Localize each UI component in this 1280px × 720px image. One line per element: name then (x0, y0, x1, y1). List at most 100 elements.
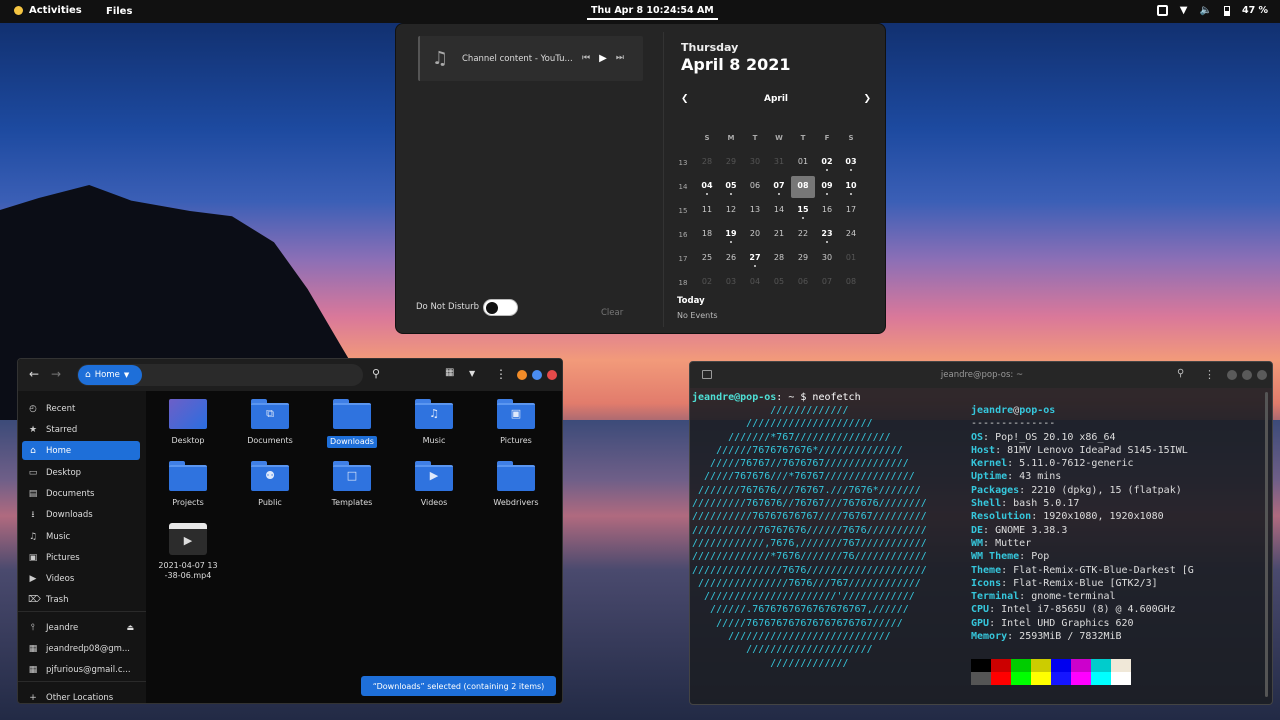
calendar-day-cell[interactable]: 05 (767, 272, 791, 294)
calendar-day-cell[interactable]: 30 (815, 248, 839, 270)
calendar-day-cell[interactable]: 28 (695, 152, 719, 174)
close-button[interactable] (1257, 370, 1267, 380)
calendar-day-cell[interactable]: 17 (839, 200, 863, 222)
calendar-day-cell[interactable]: 29 (719, 152, 743, 174)
sidebar-item-videos[interactable]: ▶ Videos (22, 569, 140, 588)
file-item[interactable]: ▶ Videos (396, 461, 472, 508)
calendar-day-cell[interactable]: 06 (791, 272, 815, 294)
calendar-day-cell[interactable]: 08 (839, 272, 863, 294)
calendar-day-cell[interactable]: 06 (743, 176, 767, 198)
calendar-day-cell[interactable]: 04 (743, 272, 767, 294)
terminal-scrollbar[interactable] (1265, 392, 1268, 697)
calendar-day-cell[interactable]: 11 (695, 200, 719, 222)
maximize-button[interactable] (532, 370, 542, 380)
eject-icon[interactable]: ⏏ (126, 623, 134, 632)
calendar-day-cell[interactable]: 22 (791, 224, 815, 246)
calendar-day-cell[interactable]: 09 (815, 176, 839, 198)
calendar-day-cell[interactable]: 29 (791, 248, 815, 270)
calendar-day-cell[interactable]: 13 (743, 200, 767, 222)
app-menu-button[interactable]: Files (106, 6, 132, 17)
sidebar-item-jeandredp08[interactable]: ▦ jeandredp08@gm... (22, 639, 140, 658)
calendar-day-cell[interactable]: 26 (719, 248, 743, 270)
calendar-full-date[interactable]: April 8 2021 (681, 55, 876, 74)
media-player[interactable]: ♫ Channel content - YouTu... ⏮ ▶ ⏭ (418, 36, 643, 81)
calendar-day-cell[interactable]: 07 (767, 176, 791, 198)
clear-button[interactable]: Clear (601, 308, 623, 318)
file-item[interactable]: Webdrivers (478, 461, 554, 508)
calendar-day-cell[interactable]: 02 (815, 152, 839, 174)
calendar-day-cell[interactable]: 16 (815, 200, 839, 222)
file-item[interactable]: ♫ Music (396, 399, 472, 446)
calendar-day-cell[interactable]: 20 (743, 224, 767, 246)
sidebar-item-other[interactable]: + Other Locations (22, 688, 140, 703)
calendar-day-cell[interactable]: 31 (767, 152, 791, 174)
back-arrow-icon[interactable]: ← (29, 367, 39, 381)
clock-button[interactable]: Thu Apr 8 10:24:54 AM (587, 3, 718, 20)
sidebar-item-music[interactable]: ♫ Music (22, 527, 140, 546)
calendar-day-cell[interactable]: 25 (695, 248, 719, 270)
do-not-disturb-toggle[interactable] (483, 299, 518, 316)
sidebar-item-downloads[interactable]: ⭳ Downloads (22, 505, 140, 524)
calendar-day-cell[interactable]: 23 (815, 224, 839, 246)
calendar-day-cell[interactable]: 15 (791, 200, 815, 222)
calendar-day-cell[interactable]: 01 (791, 152, 815, 174)
calendar-day-cell[interactable]: 05 (719, 176, 743, 198)
file-item[interactable]: ⧉ Documents (232, 399, 308, 446)
calendar-day-cell[interactable]: 19 (719, 224, 743, 246)
sidebar-item-recent[interactable]: ◴ Recent (22, 399, 140, 418)
file-item[interactable]: Downloads (314, 399, 390, 448)
sort-dropdown-icon[interactable]: ▼ (469, 369, 475, 378)
sidebar-item-pictures[interactable]: ▣ Pictures (22, 548, 140, 567)
sidebar-item-pjfurious[interactable]: ▦ pjfurious@gmail.c... (22, 660, 140, 679)
minimize-button[interactable] (517, 370, 527, 380)
file-item[interactable]: Projects (150, 461, 226, 508)
calendar-day-cell[interactable]: 14 (767, 200, 791, 222)
system-tray[interactable]: ▼ 🔈 47 % (1156, 5, 1268, 16)
file-item[interactable]: □ Templates (314, 461, 390, 508)
search-icon[interactable]: ⚲ (1177, 368, 1184, 379)
terminal-output[interactable]: jeandre@pop-os: ~ $ neofetch ///////////… (692, 391, 1270, 703)
search-icon[interactable]: ⚲ (372, 367, 380, 380)
activities-button[interactable]: Activities (14, 5, 82, 16)
calendar-day-cell[interactable]: 12 (719, 200, 743, 222)
sidebar-item-desktop[interactable]: ▭ Desktop (22, 463, 140, 482)
file-item[interactable]: ▣ Pictures (478, 399, 554, 446)
menu-icon[interactable]: ⋮ (1204, 368, 1215, 381)
previous-track-icon[interactable]: ⏮ (582, 53, 590, 64)
next-track-icon[interactable]: ⏭ (616, 53, 624, 64)
calendar-day-cell[interactable]: 07 (815, 272, 839, 294)
maximize-button[interactable] (1242, 370, 1252, 380)
previous-month-icon[interactable]: ❮ (681, 94, 689, 104)
sidebar-item-jeandre[interactable]: ⫯ Jeandre ⏏ (22, 618, 140, 637)
calendar-day-cell[interactable]: 30 (743, 152, 767, 174)
calendar-day-cell[interactable]: 02 (695, 272, 719, 294)
path-bar[interactable]: ⌂ Home ▼ (77, 364, 363, 386)
menu-icon[interactable]: ⋮ (495, 367, 507, 381)
file-item[interactable]: ▶ 2021-04-07 13-38-06.mp4 (150, 523, 226, 581)
calendar-day-cell[interactable]: 03 (719, 272, 743, 294)
close-button[interactable] (547, 370, 557, 380)
calendar-day-cell[interactable]: 24 (839, 224, 863, 246)
file-item[interactable]: Desktop (150, 399, 226, 446)
minimize-button[interactable] (1227, 370, 1237, 380)
sidebar-item-trash[interactable]: ⌦ Trash (22, 590, 140, 609)
calendar-day-cell[interactable]: 10 (839, 176, 863, 198)
path-home-button[interactable]: ⌂ Home ▼ (78, 365, 142, 385)
next-month-icon[interactable]: ❯ (863, 94, 871, 104)
calendar-today-cell[interactable]: 08 (791, 176, 815, 198)
calendar-day-cell[interactable]: 21 (767, 224, 791, 246)
play-icon[interactable]: ▶ (599, 53, 607, 64)
calendar-day-cell[interactable]: 27 (743, 248, 767, 270)
forward-arrow-icon[interactable]: → (51, 367, 61, 381)
calendar-day-cell[interactable]: 04 (695, 176, 719, 198)
window-switcher-icon[interactable] (1156, 5, 1168, 16)
calendar-day-cell[interactable]: 28 (767, 248, 791, 270)
calendar-day-cell[interactable]: 03 (839, 152, 863, 174)
file-item[interactable]: ⚉ Public (232, 461, 308, 508)
sidebar-item-documents[interactable]: ▤ Documents (22, 484, 140, 503)
sidebar-item-home[interactable]: ⌂ Home (22, 441, 140, 460)
calendar-weekday[interactable]: Thursday (681, 41, 876, 54)
calendar-day-cell[interactable]: 18 (695, 224, 719, 246)
calendar-day-cell[interactable]: 01 (839, 248, 863, 270)
sidebar-item-starred[interactable]: ★ Starred (22, 420, 140, 439)
